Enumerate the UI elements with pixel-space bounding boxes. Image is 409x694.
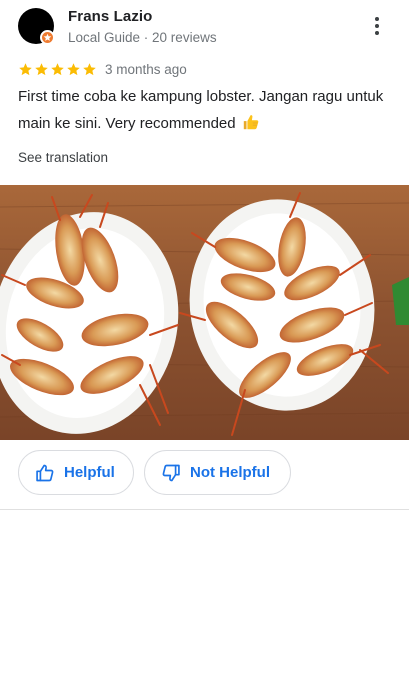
helpful-button[interactable]: Helpful (18, 450, 134, 495)
review-text: First time coba ke kampung lobster. Jang… (18, 83, 398, 137)
helpful-label: Helpful (64, 464, 115, 481)
more-options-button[interactable] (365, 12, 389, 40)
star-icon (19, 62, 32, 75)
thumb-down-outline-icon (162, 464, 180, 481)
review-photo[interactable] (0, 185, 409, 440)
star-icon (35, 62, 48, 75)
review-actions: Helpful Not Helpful (18, 450, 291, 495)
reviewer-name[interactable]: Frans Lazio (68, 8, 152, 25)
thumbs-up-emoji-icon (243, 115, 259, 130)
star-icon (51, 62, 64, 75)
star-rating (18, 62, 97, 77)
thumb-up-outline-icon (36, 464, 54, 481)
review-body: First time coba ke kampung lobster. Jang… (18, 88, 384, 132)
rating-row: 3 months ago (18, 60, 187, 78)
more-vert-icon (375, 17, 379, 21)
star-icon (67, 62, 80, 75)
review-header: Frans Lazio Local Guide · 20 reviews (0, 0, 409, 56)
star-icon (83, 62, 96, 75)
divider (0, 509, 409, 510)
see-translation-link[interactable]: See translation (18, 150, 108, 165)
not-helpful-button[interactable]: Not Helpful (144, 450, 291, 495)
reviewer-meta: Local Guide · 20 reviews (68, 30, 217, 45)
not-helpful-label: Not Helpful (190, 464, 270, 481)
review-time: 3 months ago (105, 61, 187, 77)
local-guide-badge-icon (40, 30, 55, 45)
